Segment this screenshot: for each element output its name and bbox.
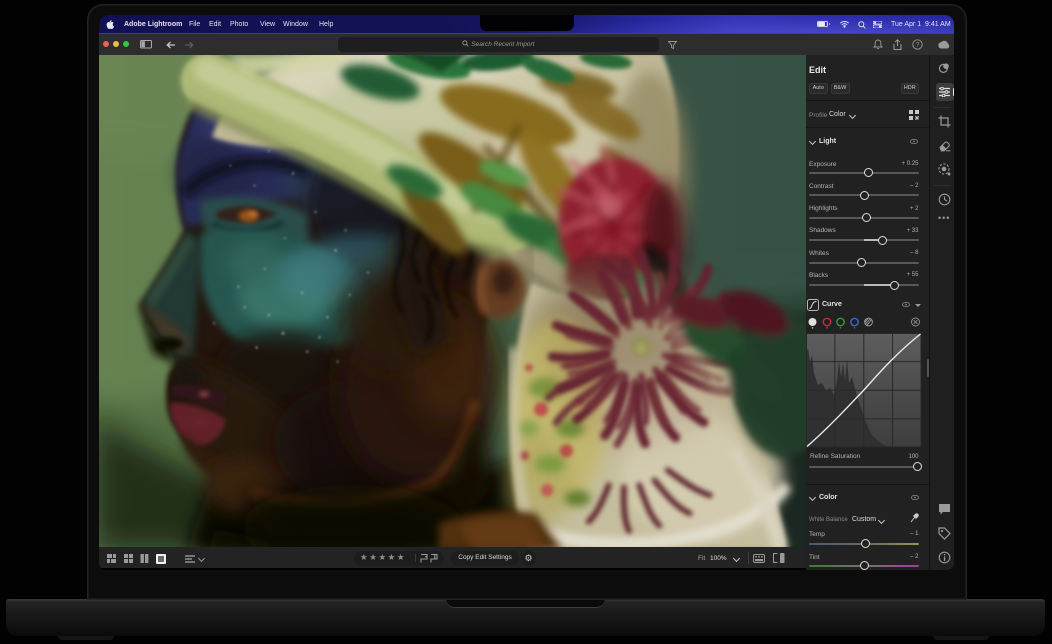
svg-text:?: ? xyxy=(916,42,920,49)
